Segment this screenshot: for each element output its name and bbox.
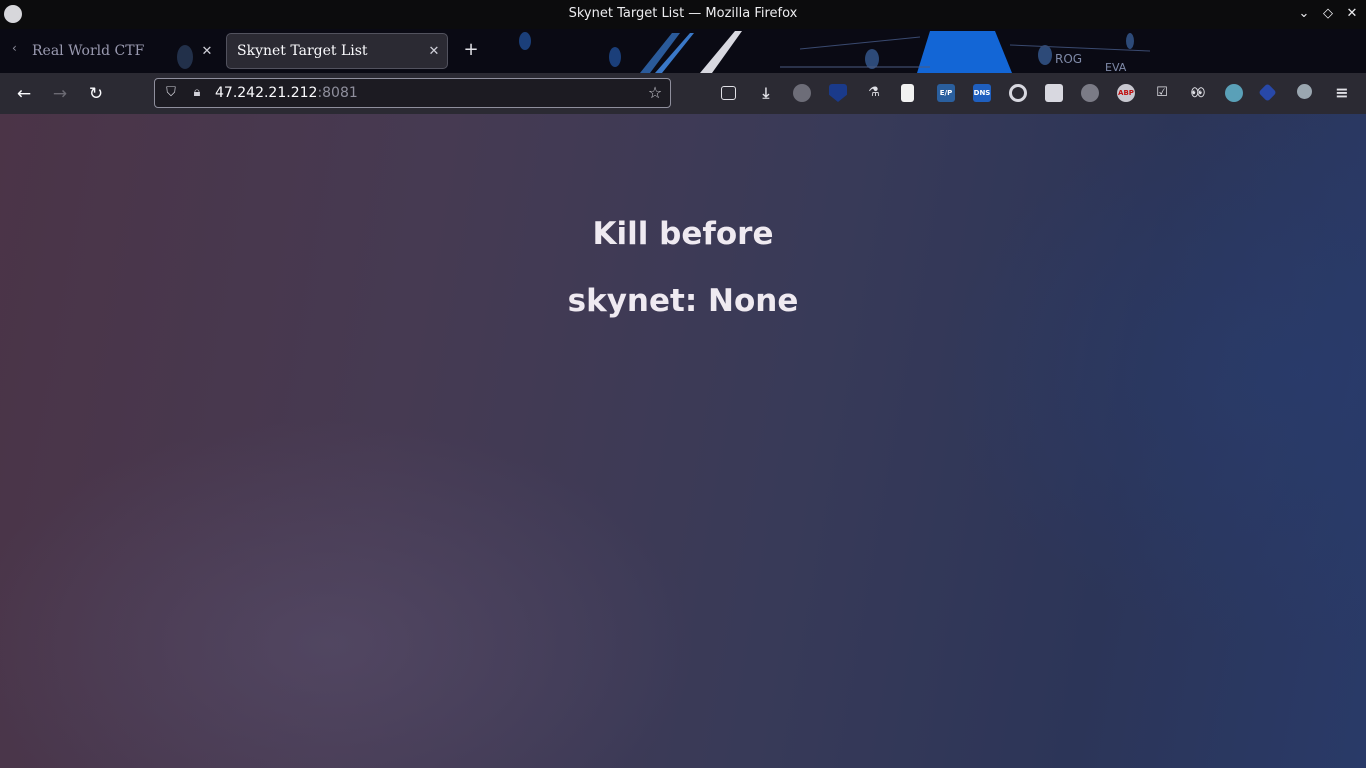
reload-button[interactable]: ↻ xyxy=(84,82,108,106)
extension-eyes-icon[interactable]: 👀︎ xyxy=(1189,84,1207,102)
close-icon: ✕ xyxy=(1346,6,1358,21)
extension-check-icon[interactable]: ☑ xyxy=(1153,84,1171,102)
arrow-right-icon: → xyxy=(52,84,68,104)
close-icon[interactable]: ✕ xyxy=(421,44,447,59)
tab-label: Real World CTF xyxy=(32,43,145,59)
plus-icon: + xyxy=(463,39,479,60)
forward-button[interactable]: → xyxy=(48,82,72,106)
extension-badge-icon[interactable] xyxy=(1081,84,1099,102)
url-bar[interactable]: ⛉ 🔒︎ 47.242.21.212:8081 ☆ xyxy=(154,78,671,108)
diamond-icon: ◇ xyxy=(1323,6,1333,21)
adblock-plus-icon[interactable]: ABP xyxy=(1117,84,1135,102)
downloads-icon[interactable]: ⤓ xyxy=(757,84,775,102)
bitwarden-icon[interactable] xyxy=(829,84,847,102)
new-tab-button[interactable]: + xyxy=(460,39,482,61)
arrow-left-icon: ← xyxy=(16,84,32,104)
pocket-icon[interactable] xyxy=(721,86,736,100)
close-window-button[interactable]: ✕ xyxy=(1343,5,1361,23)
notes-icon[interactable] xyxy=(901,84,914,102)
dns-extension-icon[interactable]: DNS xyxy=(973,84,991,102)
svg-text:EVA: EVA xyxy=(1105,61,1127,73)
tab-label: Skynet Target List xyxy=(237,43,368,59)
chevron-down-icon: ⌄ xyxy=(1298,6,1310,21)
extension-diamond-icon[interactable] xyxy=(1258,83,1277,102)
menu-icon[interactable]: ≡ xyxy=(1333,84,1351,102)
tab-scroll-left-icon[interactable]: ‹ xyxy=(12,41,17,55)
ezp-extension-icon[interactable]: E/P xyxy=(937,84,955,102)
back-button[interactable]: ← xyxy=(12,82,36,106)
shield-icon[interactable]: ⛉ xyxy=(163,85,179,101)
minimize-button[interactable]: ⌄ xyxy=(1295,5,1313,23)
heading-skynet-status: skynet: None xyxy=(567,283,799,319)
record-extension-icon[interactable] xyxy=(1009,84,1027,102)
extension-1-icon[interactable] xyxy=(793,84,811,102)
tab-skynet-target-list[interactable]: Skynet Target List ✕ xyxy=(226,33,448,69)
heading-kill-before: Kill before xyxy=(592,216,774,252)
extension-c-icon[interactable] xyxy=(1225,84,1243,102)
close-icon[interactable]: ✕ xyxy=(194,44,220,59)
svg-text:ROG: ROG xyxy=(1055,52,1082,66)
page-content: Kill before skynet: None xyxy=(0,114,1366,768)
extension-save-icon[interactable] xyxy=(1045,84,1063,102)
lock-icon[interactable]: 🔒︎ xyxy=(189,85,205,101)
extension-3-icon[interactable]: ⚗ xyxy=(865,84,883,102)
url-text[interactable]: 47.242.21.212:8081 xyxy=(215,85,358,101)
reload-icon: ↻ xyxy=(88,84,104,104)
url-host: 47.242.21.212 xyxy=(215,85,318,101)
url-port: :8081 xyxy=(317,85,358,101)
tab-strip: ROG EVA ‹ Real World CTF ✕ Skynet Target… xyxy=(0,29,1366,73)
tab-real-world-ctf[interactable]: Real World CTF ✕ xyxy=(22,33,220,69)
window-titlebar: Skynet Target List — Mozilla Firefox ⌄ ◇… xyxy=(0,0,1366,29)
bookmark-star-icon[interactable]: ☆ xyxy=(647,85,663,101)
extension-circle-icon[interactable] xyxy=(1297,84,1312,99)
window-title: Skynet Target List — Mozilla Firefox xyxy=(568,6,798,21)
maximize-button[interactable]: ◇ xyxy=(1319,5,1337,23)
navigation-toolbar: ← → ↻ ⛉ 🔒︎ 47.242.21.212:8081 ☆ ⤓ ⚗ E/P … xyxy=(0,73,1366,114)
